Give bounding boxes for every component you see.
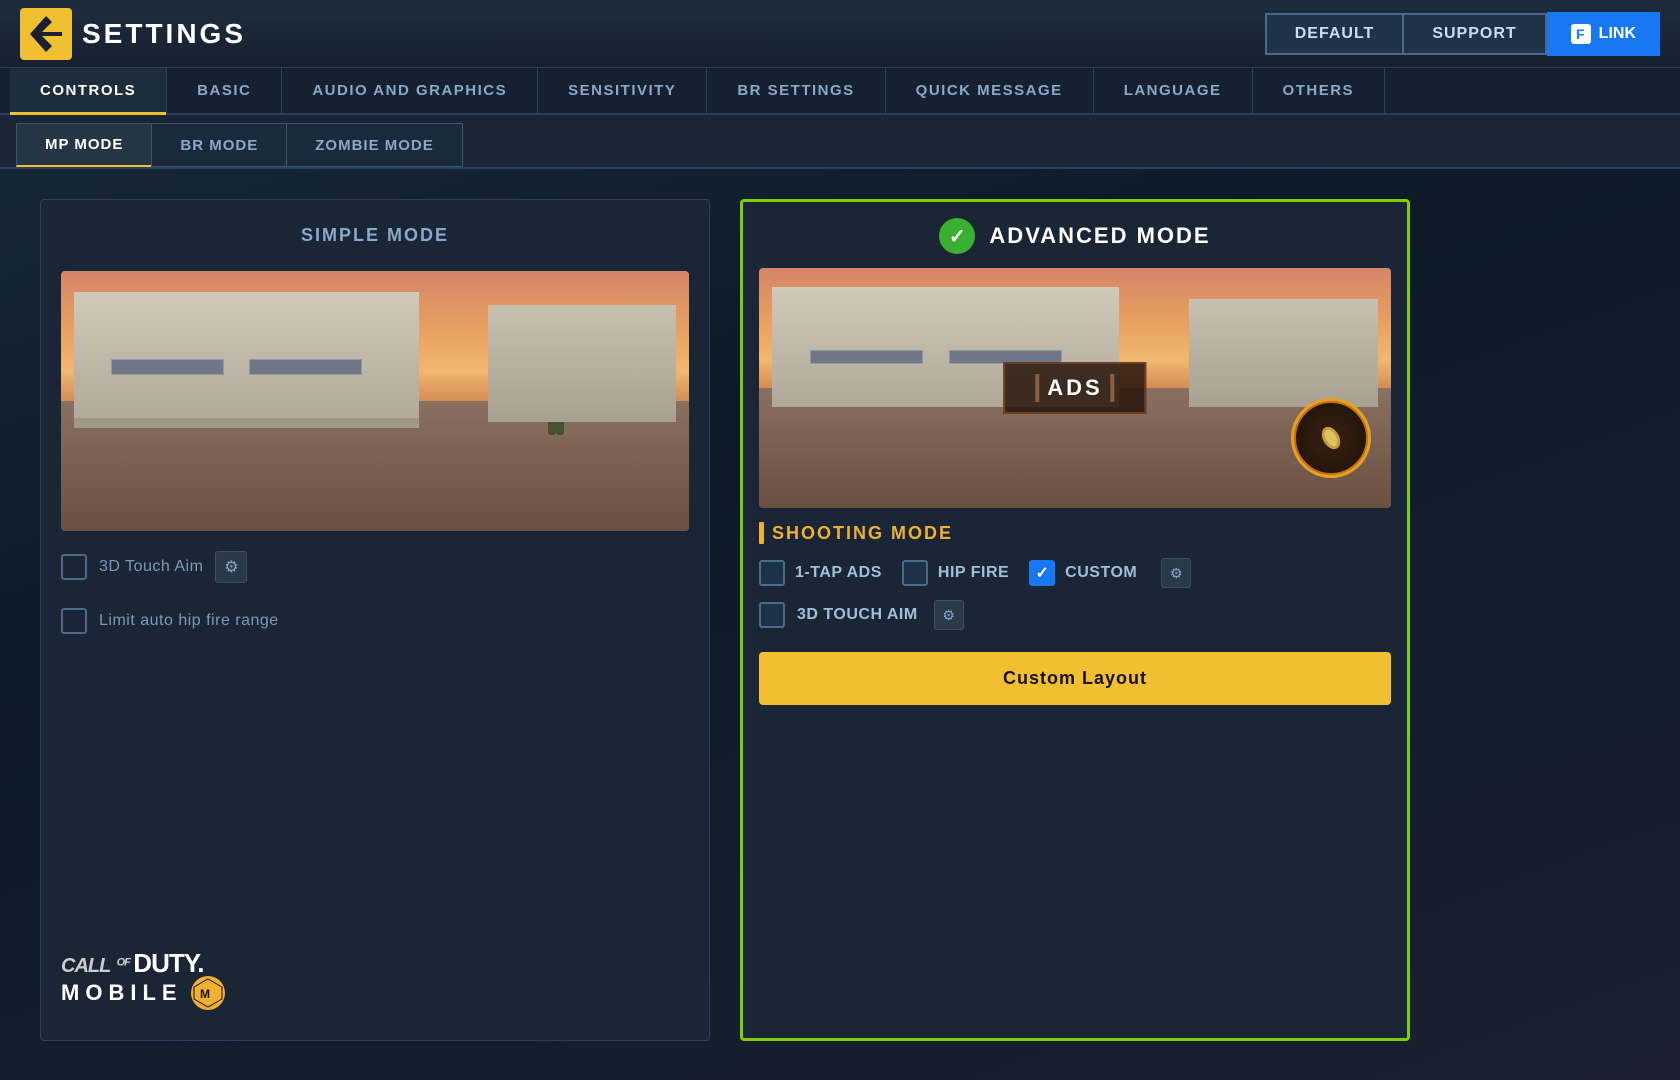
cod-title-text: CALL OF DUTY.: [61, 950, 689, 976]
tab-sensitivity[interactable]: SENSITIVITY: [538, 68, 707, 113]
shooting-mode-title: SHOOTING MODE: [772, 523, 953, 544]
fire-ring[interactable]: [1291, 398, 1371, 478]
advanced-mode-title: ADVANCED MODE: [989, 223, 1210, 249]
simple-mode-title: SIMPLE MODE: [61, 220, 689, 256]
hip-fire-checkbox[interactable]: [902, 560, 928, 586]
ads-overlay: ADS: [1003, 362, 1146, 414]
one-tap-ads-option: 1-tap ADS: [759, 560, 882, 586]
building-roof-l: [74, 418, 419, 428]
vent-2: [249, 359, 362, 375]
facebook-icon: f: [1571, 24, 1591, 44]
hip-fire-checkbox-simple[interactable]: [61, 608, 87, 634]
svg-text:f: f: [1576, 26, 1585, 42]
link-button[interactable]: f LINK: [1547, 12, 1660, 56]
tab-language[interactable]: LANGUAGE: [1094, 68, 1253, 113]
default-button[interactable]: DEFAULT: [1265, 13, 1403, 55]
custom-checkbox[interactable]: ✓: [1029, 560, 1055, 586]
hip-fire-label-simple: Limit auto hip fire range: [99, 612, 279, 630]
advanced-mode-panel: ✓ ADVANCED MODE ADS: [740, 199, 1410, 1041]
3d-touch-gear-simple[interactable]: ⚙: [215, 551, 247, 583]
content-area: SIMPLE MODE: [0, 169, 1680, 1071]
hip-fire-label: HIP FIRE: [938, 564, 1009, 582]
tab-audio-graphics[interactable]: AUDIO AND GRAPHICS: [282, 68, 538, 113]
adv-building-right: [1189, 299, 1379, 407]
section-label-bar: [759, 522, 764, 544]
header-buttons: DEFAULT SUPPORT f LINK: [1265, 12, 1660, 56]
app-logo-icon: [20, 8, 72, 60]
subtab-zombie-mode[interactable]: ZOMBIE MODE: [286, 123, 463, 167]
vent-1: [111, 359, 224, 375]
top-header: SETTINGS DEFAULT SUPPORT f LINK: [0, 0, 1680, 68]
touch-aim-row: 3D Touch Aim ⚙: [759, 600, 1391, 630]
advanced-mode-header: ✓ ADVANCED MODE: [759, 218, 1391, 254]
shooting-mode-label: SHOOTING MODE: [759, 522, 1391, 544]
mobile-badge-icon: M: [191, 976, 225, 1010]
tab-br-settings[interactable]: BR SETTINGS: [707, 68, 885, 113]
simple-mode-screenshot: [61, 271, 689, 531]
logo-area: SETTINGS: [20, 8, 246, 60]
3d-touch-gear-advanced[interactable]: ⚙: [934, 600, 964, 630]
3d-touch-label-simple: 3D Touch Aim: [99, 558, 203, 576]
simple-mode-panel: SIMPLE MODE: [40, 199, 710, 1041]
link-label: LINK: [1599, 25, 1636, 43]
settings-title: SETTINGS: [82, 18, 246, 50]
support-button[interactable]: SUPPORT: [1402, 13, 1546, 55]
cod-logo: CALL OF DUTY. MOBILE M: [61, 940, 689, 1020]
custom-layout-button[interactable]: Custom Layout: [759, 652, 1391, 705]
one-tap-ads-checkbox[interactable]: [759, 560, 785, 586]
custom-option: ✓ CUSTOM: [1029, 560, 1137, 586]
one-tap-ads-label: 1-tap ADS: [795, 564, 882, 582]
hip-fire-option: HIP FIRE: [902, 560, 1009, 586]
tab-others[interactable]: OTHERS: [1253, 68, 1386, 113]
sub-tabs: MP MODE BR MODE ZOMBIE MODE: [0, 115, 1680, 169]
3d-touch-label-advanced: 3D Touch Aim: [797, 606, 918, 624]
tab-basic[interactable]: BASIC: [167, 68, 282, 113]
simple-option-3d-touch: 3D Touch Aim ⚙: [61, 546, 689, 588]
active-check-icon: ✓: [939, 218, 975, 254]
ads-bar-left: [1035, 374, 1039, 402]
custom-gear-button[interactable]: ⚙: [1161, 558, 1191, 588]
bullet-icon: [1315, 422, 1347, 454]
adv-vent-1: [810, 350, 924, 364]
building-right: [488, 305, 676, 422]
3d-touch-checkbox-simple[interactable]: [61, 554, 87, 580]
shooting-mode-section: SHOOTING MODE 1-tap ADS HIP FIRE ✓ CUSTO…: [759, 522, 1391, 630]
tab-controls[interactable]: CONTROLS: [10, 68, 167, 113]
tab-quick-message[interactable]: QUICK MESSAGE: [886, 68, 1094, 113]
fire-button-overlay: [1291, 398, 1371, 478]
custom-label: CUSTOM: [1065, 564, 1137, 582]
building-left: [74, 292, 419, 422]
subtab-br-mode[interactable]: BR MODE: [151, 123, 286, 167]
main-tabs: CONTROLS BASIC AUDIO AND GRAPHICS SENSIT…: [0, 68, 1680, 115]
simple-option-hip-fire: Limit auto hip fire range: [61, 603, 689, 639]
3d-touch-checkbox-advanced[interactable]: [759, 602, 785, 628]
cod-subtitle-text: MOBILE M: [61, 976, 689, 1010]
ads-bar-right: [1111, 374, 1115, 402]
ads-label: ADS: [1047, 375, 1102, 401]
advanced-mode-screenshot: ADS: [759, 268, 1391, 508]
shooting-options-row: 1-tap ADS HIP FIRE ✓ CUSTOM ⚙: [759, 558, 1391, 588]
svg-text:M: M: [200, 987, 214, 1001]
subtab-mp-mode[interactable]: MP MODE: [16, 123, 151, 167]
